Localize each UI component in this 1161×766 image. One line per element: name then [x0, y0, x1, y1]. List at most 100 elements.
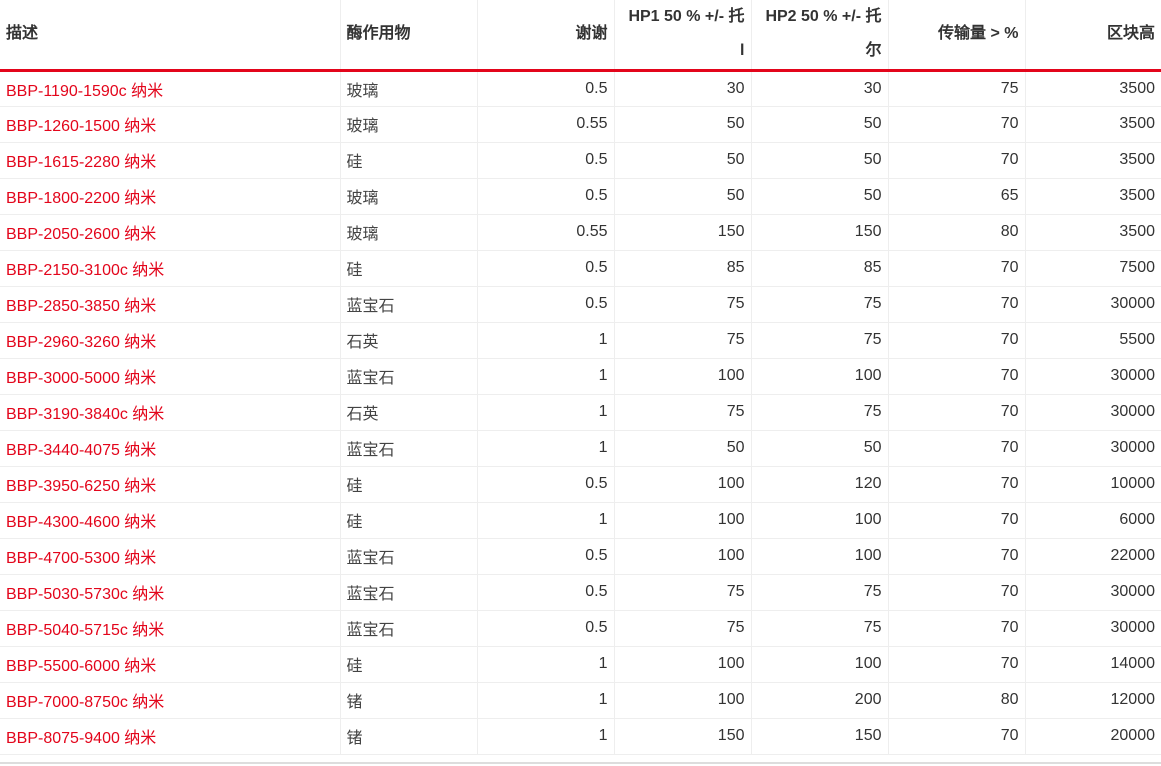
description-cell[interactable]: BBP-3190-3840c 纳米: [0, 394, 340, 431]
substrate-cell: 玻璃: [339, 70, 477, 107]
hp1-cell: 100: [613, 538, 751, 575]
thanks-cell: 0.5: [476, 574, 614, 611]
substrate-cell: 蓝宝石: [339, 538, 477, 575]
hp1-cell: 50: [613, 106, 751, 143]
block-height-cell: 5500: [1024, 322, 1161, 359]
hp2-cell: 100: [750, 502, 888, 539]
table-row: BBP-2850-3850 纳米 蓝宝石 0.5 75 75 70 30000: [0, 286, 1161, 323]
block-height-cell: 3500: [1024, 178, 1161, 215]
description-cell[interactable]: BBP-5040-5715c 纳米: [0, 610, 340, 647]
hp1-cell: 75: [613, 610, 751, 647]
block-height-cell: 30000: [1024, 610, 1161, 647]
thanks-cell: 0.55: [476, 214, 614, 251]
description-cell[interactable]: BBP-1190-1590c 纳米: [0, 70, 340, 107]
hp2-cell: 75: [750, 286, 888, 323]
hp1-cell: 50: [613, 178, 751, 215]
header-transmission[interactable]: 传输量 > %: [887, 0, 1025, 72]
description-cell[interactable]: BBP-2960-3260 纳米: [0, 322, 340, 359]
block-height-cell: 10000: [1024, 466, 1161, 503]
hp2-cell: 75: [750, 322, 888, 359]
thanks-cell: 1: [476, 646, 614, 683]
thanks-cell: 0.5: [476, 538, 614, 575]
block-height-cell: 22000: [1024, 538, 1161, 575]
transmission-cell: 70: [887, 250, 1025, 287]
transmission-cell: 70: [887, 502, 1025, 539]
description-cell[interactable]: BBP-5030-5730c 纳米: [0, 574, 340, 611]
table-row: BBP-1190-1590c 纳米 玻璃 0.5 30 30 75 3500: [0, 70, 1161, 107]
substrate-cell: 玻璃: [339, 178, 477, 215]
hp1-cell: 75: [613, 574, 751, 611]
transmission-cell: 70: [887, 430, 1025, 467]
block-height-cell: 7500: [1024, 250, 1161, 287]
header-block-height[interactable]: 区块高: [1024, 0, 1161, 72]
description-cell[interactable]: BBP-5500-6000 纳米: [0, 646, 340, 683]
transmission-cell: 65: [887, 178, 1025, 215]
description-cell[interactable]: BBP-2050-2600 纳米: [0, 214, 340, 251]
header-description[interactable]: 描述: [0, 0, 340, 72]
block-height-cell: 30000: [1024, 394, 1161, 431]
description-cell[interactable]: BBP-7000-8750c 纳米: [0, 682, 340, 719]
header-row: 描述 酶作用物 谢谢 HP1 50 % +/- 托 l HP2 50 % +/-…: [0, 0, 1161, 72]
description-cell[interactable]: BBP-8075-9400 纳米: [0, 718, 340, 755]
thanks-cell: 0.5: [476, 70, 614, 107]
hp1-cell: 30: [613, 70, 751, 107]
description-cell[interactable]: BBP-3000-5000 纳米: [0, 358, 340, 395]
hp2-cell: 75: [750, 610, 888, 647]
table-body: BBP-1190-1590c 纳米 玻璃 0.5 30 30 75 3500 BBP-1260…: [0, 70, 1161, 755]
substrate-cell: 硅: [339, 250, 477, 287]
header-hp1[interactable]: HP1 50 % +/- 托 l: [613, 0, 751, 72]
substrate-cell: 蓝宝石: [339, 430, 477, 467]
table-row: BBP-4300-4600 纳米硅 1 100 100 70 6000: [0, 502, 1161, 539]
transmission-cell: 70: [887, 610, 1025, 647]
header-hp2[interactable]: HP2 50 % +/- 托 尔: [750, 0, 888, 72]
transmission-cell: 80: [887, 682, 1025, 719]
header-thanks[interactable]: 谢谢: [476, 0, 614, 72]
block-height-cell: 30000: [1024, 286, 1161, 323]
table-row: BBP-3440-4075 纳米 蓝宝石 1 50 50 70 30000: [0, 430, 1161, 467]
hp2-cell: 150: [750, 718, 888, 755]
description-cell[interactable]: BBP-2850-3850 纳米: [0, 286, 340, 323]
table-row: BBP-4700-5300 纳米 蓝宝石 0.5 100 100 70 22000: [0, 538, 1161, 575]
thanks-cell: 1: [476, 682, 614, 719]
thanks-cell: 1: [476, 358, 614, 395]
description-cell[interactable]: BBP-1800-2200 纳米: [0, 178, 340, 215]
block-height-cell: 12000: [1024, 682, 1161, 719]
description-cell[interactable]: BBP-3950-6250 纳米: [0, 466, 340, 503]
transmission-cell: 70: [887, 538, 1025, 575]
block-height-cell: 30000: [1024, 574, 1161, 611]
substrate-cell: 蓝宝石: [339, 358, 477, 395]
description-cell[interactable]: BBP-2150-3100c 纳米: [0, 250, 340, 287]
description-cell[interactable]: BBP-4700-5300 纳米: [0, 538, 340, 575]
hp2-cell: 50: [750, 430, 888, 467]
hp1-cell: 75: [613, 394, 751, 431]
hp2-cell: 30: [750, 70, 888, 107]
transmission-cell: 80: [887, 214, 1025, 251]
substrate-cell: 蓝宝石: [339, 574, 477, 611]
substrate-cell: 硅: [339, 466, 477, 503]
hp2-cell: 120: [750, 466, 888, 503]
hp2-cell: 100: [750, 358, 888, 395]
table-row: BBP-2150-3100c 纳米硅 0.5 85 85 70 7500: [0, 250, 1161, 287]
description-cell[interactable]: BBP-1260-1500 纳米: [0, 106, 340, 143]
substrate-cell: 硅: [339, 502, 477, 539]
substrate-cell: 硅: [339, 646, 477, 683]
header-substrate[interactable]: 酶作用物: [339, 0, 477, 72]
description-cell[interactable]: BBP-3440-4075 纳米: [0, 430, 340, 467]
transmission-cell: 70: [887, 322, 1025, 359]
product-table: 描述 酶作用物 谢谢 HP1 50 % +/- 托 l HP2 50 % +/-…: [0, 0, 1161, 755]
substrate-cell: 蓝宝石: [339, 610, 477, 647]
hp1-cell: 85: [613, 250, 751, 287]
transmission-cell: 70: [887, 466, 1025, 503]
thanks-cell: 1: [476, 322, 614, 359]
block-height-cell: 3500: [1024, 70, 1161, 107]
block-height-cell: 3500: [1024, 142, 1161, 179]
description-cell[interactable]: BBP-1615-2280 纳米: [0, 142, 340, 179]
hp2-cell: 50: [750, 142, 888, 179]
substrate-cell: 石英: [339, 322, 477, 359]
substrate-cell: 石英: [339, 394, 477, 431]
table-row: BBP-3950-6250 纳米硅 0.5 100 120 70 10000: [0, 466, 1161, 503]
table-row: BBP-2050-2600 纳米 玻璃 0.55 150 150 80 3500: [0, 214, 1161, 251]
description-cell[interactable]: BBP-4300-4600 纳米: [0, 502, 340, 539]
hp2-cell: 50: [750, 106, 888, 143]
transmission-cell: 70: [887, 286, 1025, 323]
